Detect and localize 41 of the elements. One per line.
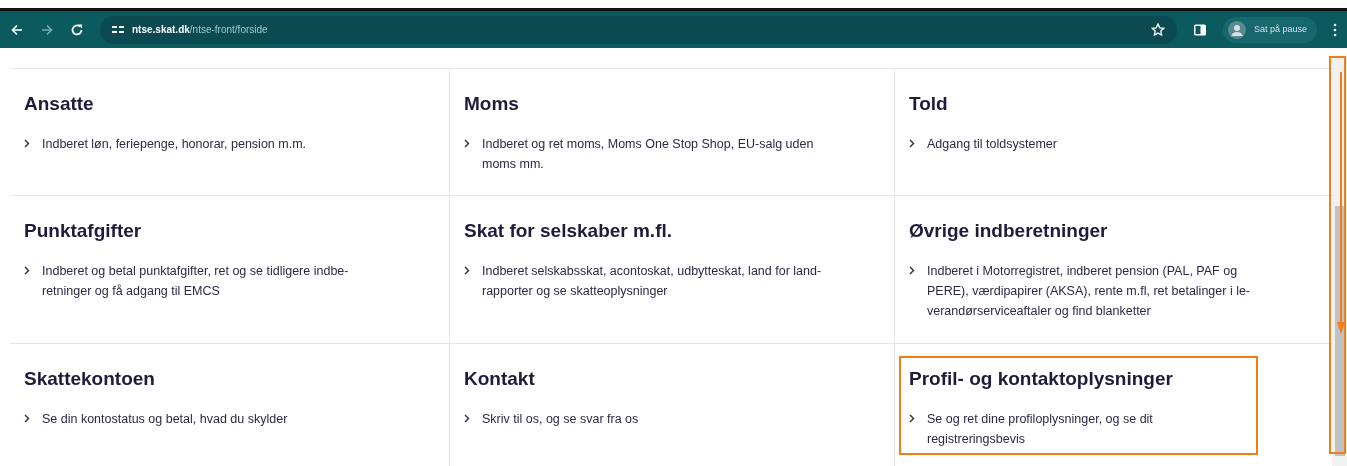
reload-icon[interactable] xyxy=(70,22,84,37)
menu-icon[interactable] xyxy=(1333,22,1337,37)
forward-icon[interactable] xyxy=(40,22,54,37)
tile-title: Ansatte xyxy=(24,93,95,116)
tile-link[interactable]: Indberet og ret moms, Moms One Stop Shop, EU-salg uden moms mm. xyxy=(464,133,844,174)
address-bar[interactable]: ntse.skat.dk/ntse-front/forside xyxy=(100,15,1177,44)
chevron-icon xyxy=(464,265,470,275)
tile-title: Moms xyxy=(464,93,520,116)
chevron-icon xyxy=(24,138,30,148)
back-icon[interactable] xyxy=(10,22,24,37)
tile-link[interactable]: Se din kontostatus og betal, hvad du skylder xyxy=(24,408,384,429)
profile-button[interactable]: Sat på pause xyxy=(1222,16,1317,43)
star-icon[interactable] xyxy=(1150,22,1165,37)
avatar-icon xyxy=(1227,20,1246,39)
arrow-icon xyxy=(1337,72,1345,334)
tile-title: Punktafgifter xyxy=(24,220,143,243)
chevron-icon xyxy=(24,413,30,423)
url-path: /ntse-front/forside xyxy=(189,23,268,37)
tile-link[interactable]: Indberet selskabsskat, acontoskat, udbytteskat, land for land-rapporter og se skatteoplysninger xyxy=(464,260,844,301)
chevron-icon xyxy=(909,138,915,148)
tile-link[interactable]: Indberet løn, feriepenge, honorar, pension m.m. xyxy=(24,133,384,154)
chevron-icon xyxy=(24,265,30,275)
tile-link[interactable]: Se og ret dine profiloplysninger, og se dit registreringsbevis xyxy=(909,408,1229,449)
url-host: ntse.skat.dk xyxy=(132,23,190,37)
chevron-icon xyxy=(464,413,470,423)
chevron-icon xyxy=(909,413,915,423)
site-settings-icon[interactable] xyxy=(112,24,124,35)
chevron-icon xyxy=(464,138,470,148)
tile-link[interactable]: Skriv til os, og se svar fra os xyxy=(464,408,844,429)
tile-title: Told xyxy=(909,93,949,116)
tile-title: Skat for selskaber m.fl. xyxy=(464,220,674,243)
chevron-icon xyxy=(909,265,915,275)
tile-title: Øvrige indberetninger xyxy=(909,220,1109,243)
tile-title: Kontakt xyxy=(464,368,536,391)
tile-title: Profil- og kontaktoplysninger xyxy=(909,368,1174,391)
tile-link[interactable]: Indberet og betal punktafgifter, ret og se tidligere indbe-retninger og få adgang til EMCS xyxy=(24,260,384,301)
tile-title: Skattekontoen xyxy=(24,368,156,391)
tile-link[interactable]: Indberet i Motorregistret, indberet pension (PAL, PAF og PERE), værdipapirer (AKSA), rente m.fl, ret betalinger i le-verandørserviceaftaler og find blanketter xyxy=(909,260,1279,321)
scrollbar-thumb[interactable] xyxy=(1335,206,1345,456)
tile-link[interactable]: Adgang til toldsystemer xyxy=(909,133,1279,154)
side-panel-icon[interactable] xyxy=(1192,22,1207,37)
